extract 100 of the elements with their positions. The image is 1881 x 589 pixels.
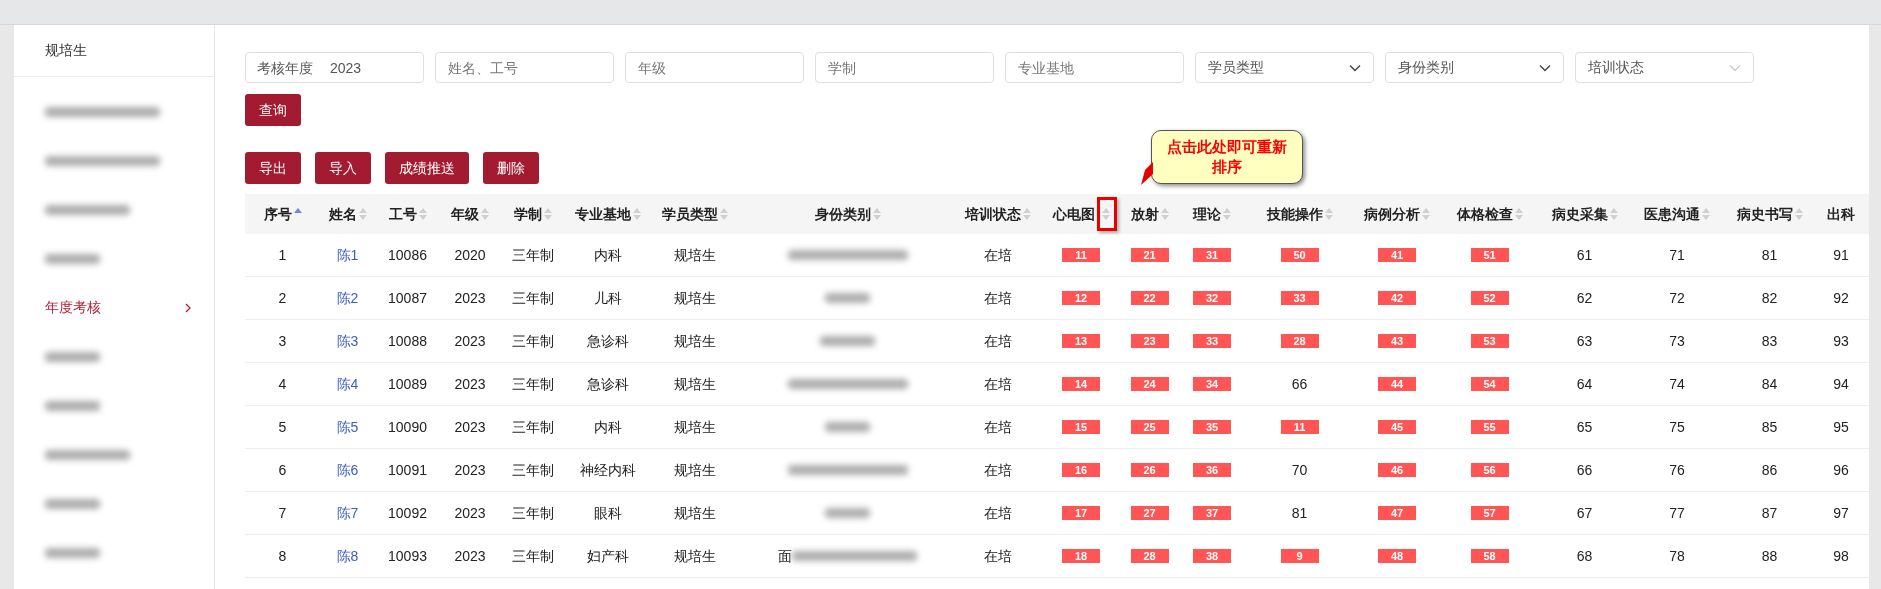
column-header[interactable]: 专业基地 xyxy=(574,203,631,225)
column-header[interactable]: 学员类型 xyxy=(662,203,718,225)
score-badge: 58 xyxy=(1470,549,1509,563)
sort-icon[interactable] xyxy=(720,207,728,221)
input-field[interactable]: 年级 xyxy=(625,52,804,83)
redacted-text xyxy=(825,293,870,303)
table-cell-text: 62 xyxy=(1576,288,1593,308)
score-badge: 38 xyxy=(1193,549,1231,563)
sort-icon[interactable] xyxy=(1702,207,1710,221)
table-cell-text: 10090 xyxy=(388,417,427,437)
table-cell-text: 2023 xyxy=(454,331,486,351)
column-header[interactable]: 放射 xyxy=(1130,203,1159,225)
name-link[interactable]: 陈8 xyxy=(336,545,359,567)
name-link[interactable]: 陈5 xyxy=(336,416,359,438)
score-badge: 15 xyxy=(1062,420,1100,434)
column-header[interactable]: 工号 xyxy=(388,203,417,225)
column-header[interactable]: 理论 xyxy=(1193,203,1221,225)
column-header[interactable]: 技能操作 xyxy=(1266,203,1323,225)
column-header[interactable]: 医患沟通 xyxy=(1644,203,1700,225)
table-cell-text: 三年制 xyxy=(511,374,554,394)
table-cell-text: 2023 xyxy=(454,460,486,480)
table-cell-text: 76 xyxy=(1669,460,1685,480)
column-header[interactable]: 体格检查 xyxy=(1456,203,1513,225)
table-cell-text: 10086 xyxy=(388,245,427,265)
table-cell-text: 10092 xyxy=(388,503,427,523)
sort-icon[interactable] xyxy=(632,207,641,221)
column-header[interactable]: 病史采集 xyxy=(1551,203,1608,225)
table-cell-text: 三年制 xyxy=(511,546,554,566)
table-cell-text: 1 xyxy=(278,245,287,265)
table-cell-text: 眼科 xyxy=(593,503,622,523)
sort-icon[interactable] xyxy=(1794,207,1803,221)
sort-icon[interactable] xyxy=(543,207,552,221)
column-header[interactable]: 学制 xyxy=(513,203,542,225)
table-cell-text: 66 xyxy=(1576,460,1593,480)
name-link[interactable]: 陈3 xyxy=(336,330,359,352)
sort-icon[interactable] xyxy=(1101,207,1110,221)
query-button[interactable]: 查询 xyxy=(245,94,301,126)
sort-icon[interactable] xyxy=(481,207,489,221)
score-badge: 48 xyxy=(1378,549,1416,563)
score-badge: 21 xyxy=(1130,248,1169,262)
table-cell-text: 规培生 xyxy=(674,288,716,308)
sort-icon[interactable] xyxy=(1609,207,1618,221)
score-badge: 13 xyxy=(1062,334,1100,348)
sidebar-item[interactable]: 年度考核 xyxy=(14,283,214,332)
action-button[interactable]: 导出 xyxy=(245,152,301,184)
table-cell-text: 规培生 xyxy=(674,546,716,566)
sort-icon[interactable] xyxy=(1514,207,1523,221)
table-cell-text: 急诊科 xyxy=(586,331,629,351)
column-header[interactable]: 年级 xyxy=(451,203,479,225)
table-cell-text: 67 xyxy=(1576,503,1593,523)
action-button[interactable]: 导入 xyxy=(315,152,371,184)
table-cell-text: 儿科 xyxy=(593,288,622,308)
sort-icon[interactable] xyxy=(418,207,427,221)
table-cell-text: 在培 xyxy=(983,288,1012,308)
table-cell-text: 97 xyxy=(1833,503,1849,523)
table-cell-text: 内科 xyxy=(593,245,622,265)
table-cell-text: 85 xyxy=(1761,417,1778,437)
table-cell-text: 2023 xyxy=(454,417,486,437)
select-field[interactable]: 学员类型 xyxy=(1195,52,1374,83)
column-header[interactable]: 出科 xyxy=(1827,203,1855,225)
input-field[interactable]: 专业基地 xyxy=(1005,52,1184,83)
input-field[interactable]: 学制 xyxy=(815,52,994,83)
score-badge: 53 xyxy=(1470,334,1509,348)
sort-icon[interactable] xyxy=(1022,207,1031,221)
table-cell-text: 91 xyxy=(1833,245,1849,265)
table-cell-text: 规培生 xyxy=(674,460,716,480)
table-cell-text: 2020 xyxy=(454,245,486,265)
table-cell-text: 在培 xyxy=(983,374,1012,394)
input-field[interactable]: 姓名、工号 xyxy=(435,52,614,83)
score-badge: 33 xyxy=(1280,291,1319,305)
name-link[interactable]: 陈1 xyxy=(336,244,359,266)
sort-icon[interactable] xyxy=(1422,207,1430,221)
action-button[interactable]: 成绩推送 xyxy=(385,152,469,184)
select-field[interactable]: 身份类别 xyxy=(1385,52,1564,83)
column-header[interactable]: 心电图 xyxy=(1052,203,1095,225)
table-cell-text: 78 xyxy=(1669,546,1685,566)
action-button[interactable]: 删除 xyxy=(483,152,539,184)
table-cell-text: 急诊科 xyxy=(586,374,629,394)
name-link[interactable]: 陈4 xyxy=(336,373,359,395)
sort-icon[interactable] xyxy=(358,207,367,221)
score-badge: 22 xyxy=(1130,291,1169,305)
column-header[interactable]: 培训状态 xyxy=(964,203,1021,225)
table-cell-text: 2023 xyxy=(454,374,486,394)
score-badge: 28 xyxy=(1280,334,1319,348)
name-link[interactable]: 陈6 xyxy=(336,459,359,481)
name-link[interactable]: 陈2 xyxy=(336,287,359,309)
column-header[interactable]: 身份类别 xyxy=(814,203,871,225)
table-cell-text: 64 xyxy=(1576,374,1593,394)
name-link[interactable]: 陈7 xyxy=(336,502,359,524)
sort-icon[interactable] xyxy=(1324,207,1333,221)
table-cell-text: 87 xyxy=(1761,503,1778,523)
sort-icon[interactable] xyxy=(1160,207,1169,221)
column-header[interactable]: 病例分析 xyxy=(1364,203,1420,225)
column-header[interactable]: 病史书写 xyxy=(1736,203,1793,225)
score-badge: 31 xyxy=(1193,248,1231,262)
column-header[interactable]: 序号 xyxy=(263,203,292,225)
table-cell-text: 在培 xyxy=(983,245,1012,265)
sort-icon[interactable] xyxy=(1223,207,1231,221)
sort-icon[interactable] xyxy=(872,207,881,221)
column-header[interactable]: 姓名 xyxy=(328,203,357,225)
